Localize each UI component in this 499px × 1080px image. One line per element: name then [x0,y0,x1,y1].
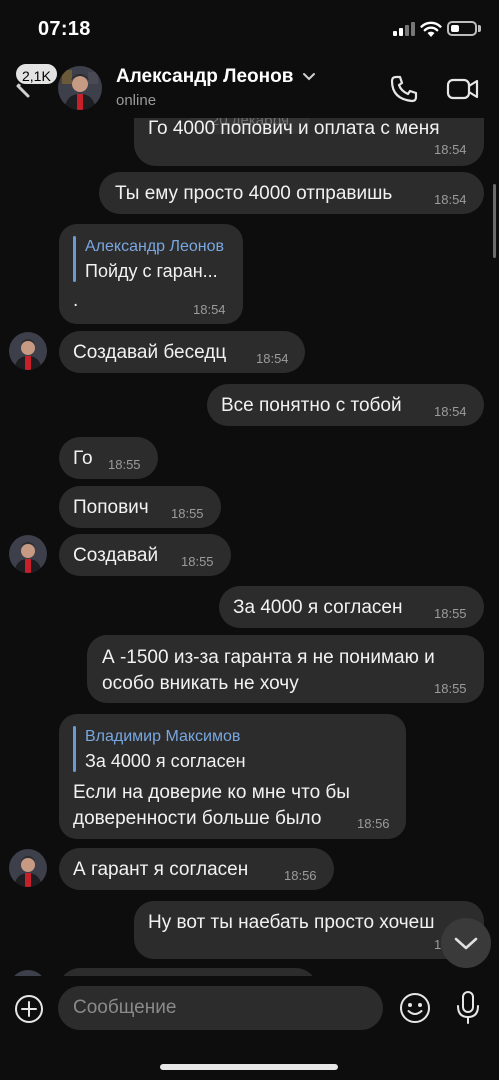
message-bubble-incoming[interactable] [59,968,317,976]
sender-avatar[interactable] [9,849,47,887]
unread-badge[interactable]: 2,1K [14,62,59,86]
reply-text[interactable]: Пойду с гаран... [85,261,218,282]
message-bubble-incoming[interactable]: Владимир Максимов За 4000 я согласен Есл… [59,714,406,839]
chat-header: 2,1K Александр Леонов online [0,56,499,118]
message-text: Ну вот ты наебать просто хочеш [148,912,435,933]
message-time: 18:54 [193,302,226,317]
message-text-line: доверенности больше было [73,808,322,829]
message-time: 18:55 [181,554,214,569]
message-time: 18:55 [434,681,467,696]
attach-plus-icon[interactable] [14,994,44,1024]
message-text: Попович [73,497,149,518]
message-bubble-outgoing[interactable]: А -1500 из-за гаранта я не понимаю и осо… [87,635,484,703]
battery-tip [478,25,481,32]
video-call-icon[interactable] [446,76,480,102]
message-input[interactable]: Сообщение [58,986,383,1030]
message-text-line: Если на доверие ко мне что бы [73,782,350,803]
reply-author[interactable]: Владимир Максимов [85,728,240,746]
message-text-line: А -1500 из-за гаранта я не понимаю и [102,647,435,668]
message-text-line: особо вникать не хочу [102,673,299,694]
scrollbar[interactable] [493,184,496,258]
message-text: Создавай [73,545,159,566]
message-time: 18:54 [434,142,467,157]
emoji-icon[interactable] [399,992,431,1024]
message-bubble-incoming[interactable]: Создавай беседц 18:54 [59,331,305,373]
status-bar: 07:18 [0,0,499,56]
microphone-icon[interactable] [455,990,481,1026]
message-composer: Сообщение [0,976,499,1080]
sender-avatar[interactable] [9,535,47,573]
message-text: За 4000 я согласен [233,597,403,618]
message-text: Ты ему просто 4000 отправишь [115,183,393,204]
message-bubble-outgoing[interactable]: За 4000 я согласен 18:55 [219,586,484,628]
message-text: . [73,290,79,311]
signal-icon [393,22,417,36]
status-time: 07:18 [38,18,91,40]
reply-text[interactable]: За 4000 я согласен [85,751,246,772]
message-time: 18:54 [256,351,289,366]
contact-status: online [116,92,157,109]
message-time: 18:56 [284,868,317,883]
message-time: 18:54 [434,192,467,207]
message-text: А гарант я согласен [73,859,249,880]
message-time: 18:56 [357,816,390,831]
chevron-down-icon [454,937,478,950]
chevron-down-icon[interactable] [302,70,316,84]
message-bubble-outgoing[interactable]: Ты ему просто 4000 отправишь 18:54 [99,172,484,214]
message-time: 18:55 [171,506,204,521]
message-text: Создавай беседц [73,342,227,363]
message-bubble-incoming[interactable]: Го 18:55 [59,437,158,479]
message-text: Го 4000 попович и оплата с меня [148,118,440,139]
message-list[interactable]: 20 декабря Го 4000 попович и оплата с ме… [0,118,499,976]
wifi-icon [420,21,442,37]
phone-icon[interactable] [389,74,419,104]
message-bubble-outgoing[interactable]: Ну вот ты наебать просто хочеш 18:56 [134,901,484,959]
message-bubble-incoming[interactable]: Создавай 18:55 [59,534,231,576]
home-indicator [160,1064,338,1070]
reply-quote-bar [73,236,76,282]
scroll-down-button[interactable] [441,918,491,968]
reply-quote-bar [73,726,76,772]
battery-icon [447,21,477,36]
message-time: 18:54 [434,404,467,419]
reply-author[interactable]: Александр Леонов [85,238,224,256]
message-time: 18:55 [434,606,467,621]
message-time: 18:55 [108,457,141,472]
message-bubble-outgoing[interactable]: 20 декабря Го 4000 попович и оплата с ме… [134,118,484,166]
contact-name[interactable]: Александр Леонов [116,66,293,88]
message-bubble-incoming[interactable]: Попович 18:55 [59,486,221,528]
contact-avatar[interactable] [58,66,102,110]
message-bubble-incoming[interactable]: Александр Леонов Пойду с гаран... . 18:5… [59,224,243,324]
sender-avatar[interactable] [9,332,47,370]
message-bubble-incoming[interactable]: А гарант я согласен 18:56 [59,848,334,890]
message-bubble-outgoing[interactable]: Все понятно с тобой 18:54 [207,384,484,426]
message-text: Все понятно с тобой [221,395,402,416]
message-text: Го [73,448,93,469]
